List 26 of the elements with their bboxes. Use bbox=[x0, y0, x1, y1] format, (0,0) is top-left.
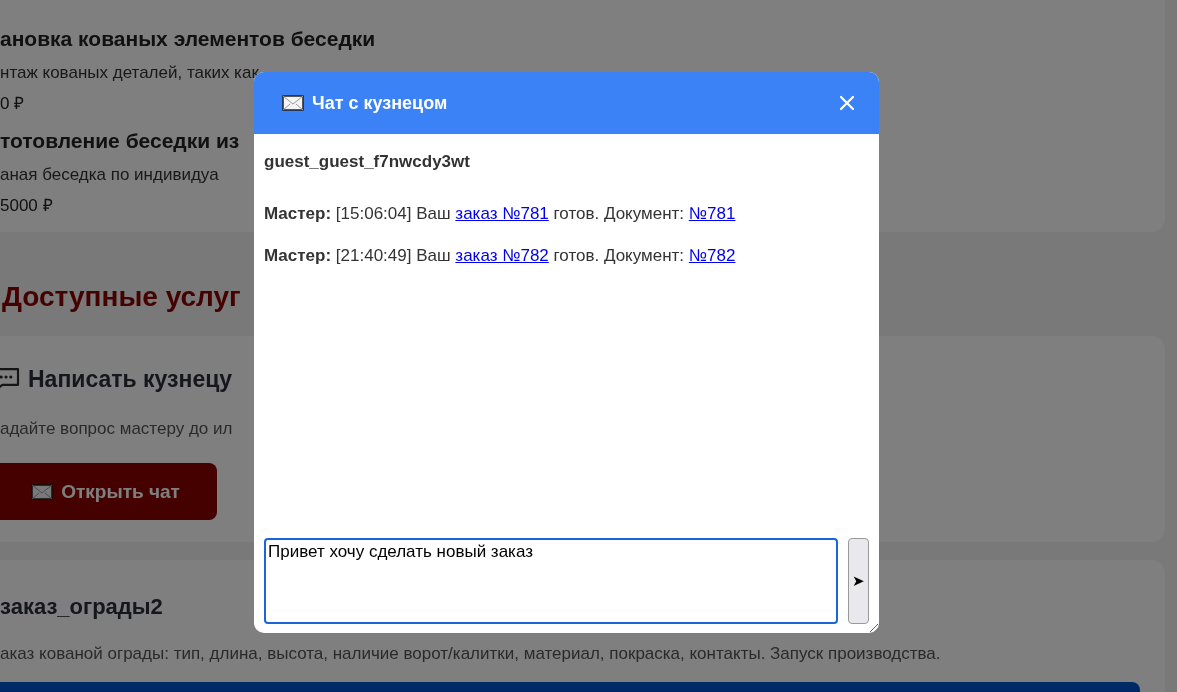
card-title: Написать кузнецу bbox=[28, 366, 233, 393]
card-title: заказ_ограды2 bbox=[0, 594, 163, 620]
service-description: нтаж кованых деталей, таких как bbox=[0, 62, 259, 84]
user-name: guest_guest_f7nwcdy3wt bbox=[264, 152, 471, 172]
document-link[interactable]: №781 bbox=[688, 204, 736, 223]
order-link[interactable]: заказ №782 bbox=[455, 246, 549, 265]
service-description: аная беседка по индивидуа bbox=[0, 164, 219, 186]
envelope-icon bbox=[282, 95, 304, 111]
chat-message: Мастер: [21:40:49] Ваш заказ №782 готов. Документ: №782 bbox=[264, 245, 737, 267]
chat-message: Мастер: [15:06:04] Ваш заказ №781 готов. Документ: №781 bbox=[264, 203, 737, 225]
service-title: тотовление беседки из bbox=[0, 128, 240, 154]
card-description: адайте вопрос мастеру до ил bbox=[0, 419, 233, 439]
document-link[interactable]: №782 bbox=[688, 246, 736, 265]
section-title: Доступные услуг bbox=[2, 280, 241, 314]
service-price: 0 ₽ bbox=[0, 93, 25, 115]
service-price: 5000 ₽ bbox=[0, 195, 53, 217]
send-button[interactable]: ➤ bbox=[848, 538, 869, 624]
envelope-icon bbox=[31, 483, 54, 500]
card-description: аказ кованой ограды: тип, длина, высота, наличие ворот/калитки, материал, покраска, контакты. Запуск производства. bbox=[0, 644, 941, 664]
open-chat-button[interactable]: Открыть чат bbox=[0, 463, 217, 520]
close-icon[interactable] bbox=[839, 95, 855, 111]
order-link[interactable]: заказ №781 bbox=[455, 204, 549, 223]
message-field[interactable]: Привет хочу сделать новый заказ bbox=[264, 538, 839, 624]
dialog-title: Чат с кузнецом bbox=[312, 92, 449, 114]
resize-grip-icon[interactable] bbox=[867, 621, 879, 633]
service-title: ановка кованых элементов беседки bbox=[0, 26, 376, 52]
